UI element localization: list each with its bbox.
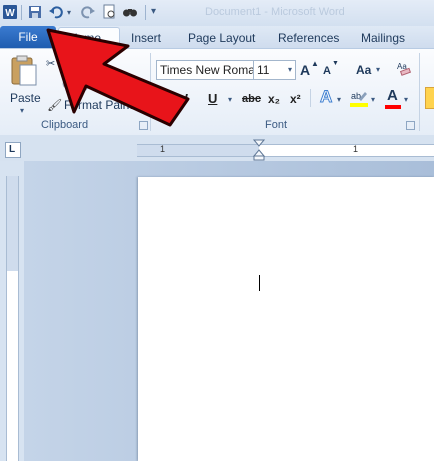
cut-button[interactable]: ✂: [46, 57, 55, 70]
find-icon[interactable]: [122, 4, 138, 20]
font-color-icon[interactable]: A: [387, 87, 398, 104]
tab-selector-icon[interactable]: L: [5, 142, 21, 158]
font-size-dropdown-icon: ▾: [287, 65, 292, 74]
font-name-box[interactable]: Times New Roman: [156, 60, 254, 80]
format-painter-icon: 🖌: [47, 98, 63, 112]
svg-text:W: W: [5, 8, 15, 19]
grow-font-arrow-icon: ▲: [311, 59, 319, 68]
tab-file[interactable]: File: [0, 26, 56, 48]
window-title: Document1 - Microsoft Word: [205, 6, 345, 18]
underline-button[interactable]: U: [208, 91, 217, 106]
ruler-number: 1: [160, 144, 166, 154]
tab-insert[interactable]: Insert: [131, 29, 161, 48]
font-color-swatch: [385, 105, 401, 109]
clipboard-group-label: Clipboard: [41, 119, 89, 131]
font-group-label: Font: [265, 119, 288, 131]
copy-button[interactable]: Copy: [62, 77, 90, 91]
format-painter-button[interactable]: Format Painter: [64, 98, 143, 112]
clipboard-dialog-launcher-icon[interactable]: [139, 121, 148, 130]
clear-formatting-icon[interactable]: Aa: [395, 59, 413, 77]
ribbon: Paste ▾ ✂ Copy 🖌 Format Painter Clipboar…: [0, 48, 434, 136]
quick-access-toolbar: W ▾ ▾ Document1 - Microsoft Word: [0, 0, 434, 27]
superscript-button[interactable]: x²: [290, 92, 301, 106]
redo-icon[interactable]: [80, 4, 96, 20]
divider: [145, 5, 146, 20]
font-color-dropdown-icon: ▾: [404, 95, 409, 104]
font-dialog-launcher-icon[interactable]: [406, 121, 415, 130]
text-effects-dropdown-icon: ▾: [337, 95, 342, 104]
tab-references[interactable]: References: [278, 29, 339, 48]
font-size-box[interactable]: 11 ▾: [253, 60, 296, 80]
print-preview-icon[interactable]: [101, 4, 117, 20]
tab-mailings[interactable]: Mailings: [361, 29, 405, 48]
shrink-font-button[interactable]: A: [323, 65, 331, 77]
divider: [21, 5, 22, 20]
change-case-dropdown-icon: ▾: [376, 65, 381, 74]
highlight-dropdown-icon: ▾: [371, 95, 376, 104]
strikethrough-button[interactable]: abc: [242, 93, 261, 105]
tab-home[interactable]: Home: [58, 27, 120, 49]
paragraph-style-button[interactable]: [425, 87, 434, 109]
vertical-ruler[interactable]: [6, 176, 19, 461]
change-case-button[interactable]: Aa: [356, 63, 371, 77]
paste-label: Paste: [10, 91, 41, 105]
ruler-top-margin: [7, 176, 18, 271]
paste-icon: [11, 55, 37, 86]
horizontal-ruler[interactable]: 1 1: [137, 139, 434, 161]
paste-button[interactable]: Paste ▾: [6, 53, 42, 115]
tab-page-layout[interactable]: Page Layout: [188, 29, 255, 48]
text-cursor: [259, 275, 260, 291]
group-separator: [419, 53, 420, 131]
tab-home-label: Home: [69, 31, 102, 45]
save-icon[interactable]: [27, 4, 43, 20]
font-size-value: 11: [257, 63, 270, 77]
shrink-font-arrow-icon: ▼: [332, 60, 339, 67]
text-effects-icon[interactable]: A: [319, 87, 332, 107]
paste-dropdown-icon: ▾: [20, 106, 25, 115]
undo-icon[interactable]: [48, 4, 64, 20]
word-icon[interactable]: W: [2, 4, 18, 20]
ruler-number: 1: [353, 144, 359, 154]
undo-dropdown-icon[interactable]: ▾: [67, 8, 71, 17]
subscript-button[interactable]: x₂: [268, 92, 280, 106]
grow-font-button[interactable]: A: [300, 62, 310, 78]
group-separator: [150, 53, 151, 131]
italic-button[interactable]: I: [184, 91, 188, 106]
highlight-icon[interactable]: ab: [350, 89, 368, 107]
document-page[interactable]: [138, 177, 434, 461]
customize-icon[interactable]: ▾: [151, 6, 156, 17]
underline-dropdown-icon: ▾: [228, 95, 233, 104]
ruler-left-margin: [137, 145, 259, 156]
divider: [310, 89, 311, 107]
indent-marker-icon[interactable]: [253, 139, 265, 161]
